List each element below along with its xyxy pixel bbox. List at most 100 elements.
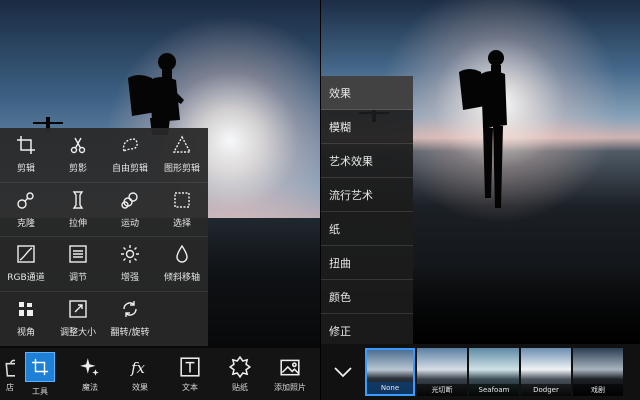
category-artistic[interactable]: 艺术效果 <box>321 144 413 178</box>
filter-label: 戏剧 <box>573 384 623 396</box>
toolbar-label: 工具 <box>32 386 48 396</box>
tools-icon-box <box>25 351 55 382</box>
filter-strip: None 光切断 Seafoam Dodger 戏剧 <box>321 344 640 400</box>
toolbar-label: 效果 <box>132 382 148 392</box>
toolbar-label: 魔法 <box>82 382 98 392</box>
tool-free-crop[interactable]: 自由剪辑 <box>104 128 156 182</box>
filter-label: 光切断 <box>417 384 467 396</box>
collapse-button[interactable] <box>321 344 365 400</box>
flip-rotate-icon <box>123 301 137 318</box>
tool-cutout[interactable]: 剪影 <box>52 128 104 182</box>
tool-flip-rotate[interactable]: 翻转/旋转 <box>104 292 156 347</box>
category-blur[interactable]: 模糊 <box>321 110 413 144</box>
category-effects[interactable]: 效果 <box>321 76 413 110</box>
effect-category-menu: 效果 模糊 艺术效果 流行艺术 纸 扭曲 颜色 修正 <box>321 76 413 346</box>
stretch-icon <box>72 191 84 209</box>
filter-none[interactable]: None <box>365 348 415 396</box>
toolbar-effects[interactable]: fx 效果 <box>115 348 165 400</box>
tool-stretch[interactable]: 拉伸 <box>52 183 104 237</box>
filter-label: None <box>367 382 413 394</box>
photo-canvas[interactable]: 剪辑 剪影 自由剪辑 图形剪辑 克隆 拉伸 运动 选择 RGB通道 调节 增强 … <box>0 0 320 352</box>
tool-label: 剪影 <box>68 164 87 175</box>
resize-icon <box>69 300 87 318</box>
tool-label: 运动 <box>120 218 139 229</box>
tool-crop[interactable]: 剪辑 <box>0 128 52 182</box>
sticker-icon <box>229 355 251 378</box>
cutout-icon <box>70 137 86 154</box>
free-crop-icon <box>122 138 138 153</box>
filter-label: Dodger <box>521 384 571 396</box>
toolbar-label: 添加照片 <box>274 382 306 392</box>
toolbar-tools[interactable]: 工具 <box>15 348 65 400</box>
category-paper[interactable]: 纸 <box>321 212 413 246</box>
motion-icon <box>121 192 138 209</box>
perspective-icon <box>19 302 33 317</box>
filter-drama[interactable]: 戏剧 <box>573 348 623 396</box>
tilt-shift-icon <box>176 244 188 263</box>
select-icon <box>174 192 190 208</box>
toolbar-label: 贴纸 <box>232 382 248 392</box>
tool-clone[interactable]: 克隆 <box>0 183 52 237</box>
toolbar-add-photo[interactable]: 添加照片 <box>265 348 315 400</box>
magic-icon <box>80 357 99 376</box>
effects-screen: 效果 模糊 艺术效果 流行艺术 纸 扭曲 颜色 修正 None 光切断 Seaf… <box>321 0 640 400</box>
tool-label: 调整大小 <box>59 328 96 339</box>
filter-dodger[interactable]: Dodger <box>521 348 571 396</box>
enhance-icon <box>121 245 139 264</box>
tool-perspective[interactable]: 视角 <box>0 292 52 347</box>
tools-screen: 剪辑 剪影 自由剪辑 图形剪辑 克隆 拉伸 运动 选择 RGB通道 调节 增强 … <box>0 0 320 400</box>
tools-row: 克隆 拉伸 运动 选择 <box>0 183 208 237</box>
filter-list: None 光切断 Seafoam Dodger 戏剧 <box>365 344 623 400</box>
tool-resize[interactable]: 调整大小 <box>52 292 104 347</box>
toolbar-stickers[interactable]: 贴纸 <box>215 348 265 400</box>
tools-panel: 剪辑 剪影 自由剪辑 图形剪辑 克隆 拉伸 运动 选择 RGB通道 调节 增强 … <box>0 128 208 346</box>
tool-rgb-curves[interactable]: RGB通道 <box>0 237 52 291</box>
tool-label: 视角 <box>16 328 35 339</box>
category-corrections[interactable]: 修正 <box>321 314 413 348</box>
toolbar-store[interactable]: 店 <box>0 348 15 400</box>
clone-icon <box>17 192 34 209</box>
svg-text:fx: fx <box>130 359 146 377</box>
tool-label: 剪辑 <box>16 164 35 175</box>
category-colors[interactable]: 颜色 <box>321 280 413 314</box>
tools-row: RGB通道 调节 增强 倾斜移轴 <box>0 237 208 292</box>
tool-shape-crop[interactable]: 图形剪辑 <box>156 128 208 182</box>
filter-seafoam[interactable]: Seafoam <box>469 348 519 396</box>
app-root: 剪辑 剪影 自由剪辑 图形剪辑 克隆 拉伸 运动 选择 RGB通道 调节 增强 … <box>0 0 640 400</box>
tool-label: 自由剪辑 <box>111 164 148 175</box>
tool-select[interactable]: 选择 <box>156 183 208 237</box>
tools-row: 剪辑 剪影 自由剪辑 图形剪辑 <box>0 128 208 183</box>
text-icon <box>180 356 200 377</box>
category-distort[interactable]: 扭曲 <box>321 246 413 280</box>
bottom-toolbar: 店 工具 魔法 fx 效果 文本 贴纸 添加照片 <box>0 348 320 400</box>
store-icon <box>5 359 15 377</box>
add-photo-icon <box>280 359 300 375</box>
tool-label: 增强 <box>120 273 139 284</box>
shape-crop-icon <box>172 135 192 153</box>
toolbar-label: 文本 <box>182 382 198 392</box>
tool-adjust[interactable]: 调节 <box>52 237 104 291</box>
crop-icon <box>17 136 35 155</box>
toolbar-label: 店 <box>6 382 14 392</box>
tool-label: 倾斜移轴 <box>163 273 200 284</box>
tool-motion[interactable]: 运动 <box>104 183 156 237</box>
tool-enhance[interactable]: 增强 <box>104 237 156 291</box>
category-pop-art[interactable]: 流行艺术 <box>321 178 413 212</box>
tool-tilt-shift[interactable]: 倾斜移轴 <box>156 237 208 291</box>
toolbar-magic[interactable]: 魔法 <box>65 348 115 400</box>
filter-label: Seafoam <box>469 384 519 396</box>
tool-label: RGB通道 <box>7 273 45 284</box>
tool-label: 调节 <box>68 273 87 284</box>
rgb-curves-icon <box>17 245 35 263</box>
tools-row: 视角 调整大小 翻转/旋转 <box>0 292 208 347</box>
tool-label: 翻转/旋转 <box>110 328 150 339</box>
tool-label: 克隆 <box>16 218 35 229</box>
chevron-down-icon <box>334 367 352 378</box>
tools-icon <box>31 358 49 375</box>
fx-icon: fx <box>130 359 146 377</box>
filter-light-cut[interactable]: 光切断 <box>417 348 467 396</box>
tool-label: 拉伸 <box>68 218 87 229</box>
toolbar-text[interactable]: 文本 <box>165 348 215 400</box>
tool-label: 选择 <box>172 218 191 229</box>
adjust-icon <box>69 245 87 263</box>
